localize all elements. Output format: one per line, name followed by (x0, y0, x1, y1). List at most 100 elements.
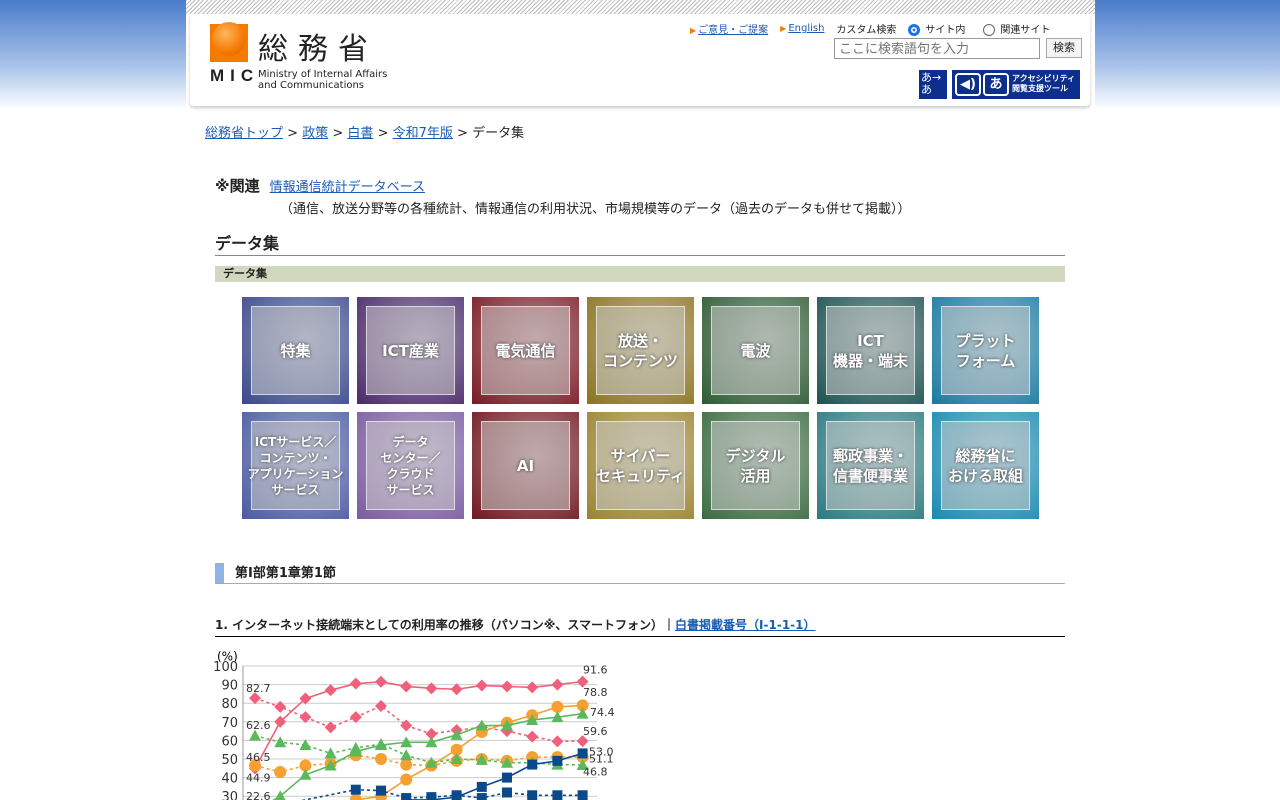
feedback-link[interactable]: ご意見・ご提案 (698, 25, 768, 36)
data-label: 59.6 (583, 725, 608, 738)
series-orange-solid-line (355, 704, 583, 800)
tile-label: 電気通信 (495, 341, 556, 360)
category-tile[interactable]: AI (472, 412, 579, 519)
radio-label: 関連サイト (1000, 25, 1051, 36)
category-tile[interactable]: 放送・ コンテンツ (587, 297, 694, 404)
data-label: 46.5 (246, 751, 271, 764)
data-point (349, 793, 362, 800)
breadcrumb-top[interactable]: 総務省トップ (205, 126, 283, 141)
data-point (274, 766, 287, 779)
data-point (451, 790, 462, 800)
logo-abbr: MIC (210, 66, 260, 85)
category-tile[interactable]: プラット フォーム (932, 297, 1039, 404)
tile-label: 総務省に おける取組 (947, 446, 1023, 485)
tile-label: 放送・ コンテンツ (602, 331, 678, 370)
english-link[interactable]: English (788, 23, 824, 34)
speaker-icon: ◀) (955, 73, 981, 96)
data-point (502, 772, 512, 783)
data-point (376, 785, 386, 796)
tile-label: 郵政事業・ 信書便事業 (832, 446, 908, 485)
tile-label: 電波 (740, 341, 771, 360)
sep: > (377, 126, 389, 141)
data-label: 74.4 (590, 706, 615, 719)
breadcrumb: 総務省トップ > 政策 > 白書 > 令和7年版 > データ集 (205, 122, 524, 141)
y-tick-label: 30 (221, 790, 238, 800)
category-tile[interactable]: 電気通信 (472, 297, 579, 404)
arrow-icon: ▶ (690, 26, 697, 35)
breadcrumb-policy[interactable]: 政策 (302, 126, 328, 141)
font-size-button[interactable]: あ→あ (919, 70, 947, 99)
tile-label: デジタル 活用 (725, 446, 786, 485)
data-point (577, 790, 588, 800)
tile-label: データ センター／ クラウド サービス (380, 434, 441, 497)
category-tiles: 特集 ICT産業 電気通信 放送・ コンテンツ 電波 ICT 機器・端末 プラット フォーム… (242, 297, 1042, 519)
data-label: 51.1 (589, 753, 614, 766)
data-point (552, 755, 563, 766)
tile-label: 特集 (280, 341, 311, 360)
data-point (375, 699, 387, 712)
data-point (349, 677, 362, 690)
logo-english: Ministry of Internal Affairs and Communi… (258, 69, 388, 91)
category-tile[interactable]: ICTサービス／ コンテンツ・ アプリケーション サービス (242, 412, 349, 519)
tile-label: プラット フォーム (955, 331, 1016, 370)
hiragana-a-icon: あ (983, 73, 1009, 96)
data-point (502, 787, 512, 798)
data-point (551, 678, 564, 691)
y-tick-label: 40 (221, 772, 238, 787)
site-header: MIC 総務省 Ministry of Internal Affairs and… (190, 14, 1090, 106)
data-point (324, 747, 337, 759)
category-tile[interactable]: データ センター／ クラウド サービス (357, 412, 464, 519)
data-point (274, 736, 287, 748)
logo-kanji: 総務省 (258, 32, 378, 67)
section-heading: データ集 (215, 230, 1065, 256)
data-point (375, 738, 387, 750)
y-tick-label: 100 (213, 660, 238, 675)
category-tile[interactable]: 郵政事業・ 信書便事業 (817, 412, 924, 519)
data-point (475, 679, 488, 692)
data-label: 91.6 (583, 663, 608, 676)
data-point (401, 793, 412, 800)
accessibility-tool-button[interactable]: ◀) あ アクセシビリティ閲覧支援ツール (952, 70, 1080, 99)
category-tile[interactable]: サイバー セキュリティ (587, 412, 694, 519)
data-label: 44.9 (246, 771, 271, 784)
related-label: ※関連 (215, 177, 260, 195)
data-point (299, 768, 312, 780)
usage-chart: (%)30405060708090100 91.682.7 78.874.462.6… (213, 649, 615, 800)
breadcrumb-current: データ集 (472, 126, 525, 141)
logo-mark-icon (210, 22, 248, 62)
tile-label: AI (516, 456, 535, 475)
tile-label: ICTサービス／ コンテンツ・ アプリケーション サービス (247, 434, 344, 497)
category-tile[interactable]: 総務省に おける取組 (932, 412, 1039, 519)
category-tile[interactable]: 電波 (702, 297, 809, 404)
data-label: 82.7 (246, 682, 271, 695)
data-point (400, 680, 413, 693)
figure-ref-link[interactable]: 白書掲載番号（Ⅰ-1-1-1） (675, 618, 815, 632)
search-input[interactable] (834, 38, 1040, 59)
data-point (577, 748, 588, 759)
data-point (552, 790, 563, 800)
tile-label: ICT産業 (382, 341, 439, 360)
data-point (551, 700, 564, 713)
accessibility-label: アクセシビリティ閲覧支援ツール (1012, 74, 1076, 93)
data-point (526, 681, 539, 694)
data-point (350, 784, 361, 795)
data-point (551, 735, 564, 748)
header-links: ▶ ご意見・ご提案 ▶ English カスタム検索 サイト内 関連サイト (690, 21, 1050, 36)
breadcrumb-whitepaper[interactable]: 白書 (347, 126, 373, 141)
radio-site[interactable]: サイト内 (908, 21, 965, 36)
radio-checked-icon (908, 24, 921, 36)
data-point (476, 781, 487, 792)
category-tile[interactable]: 特集 (242, 297, 349, 404)
search-button[interactable]: 検索 (1046, 38, 1082, 58)
figure-title-text: 1. インターネット接続端末としての利用率の推移（パソコン※、スマートフォン）｜ (215, 618, 676, 632)
breadcrumb-r7[interactable]: 令和7年版 (393, 126, 453, 141)
category-tile[interactable]: ICT 機器・端末 (817, 297, 924, 404)
category-tile[interactable]: ICT産業 (357, 297, 464, 404)
data-point (501, 680, 513, 693)
radio-related[interactable]: 関連サイト (983, 21, 1050, 36)
related-db-link[interactable]: 情報通信統計データベース (270, 180, 425, 195)
category-tile[interactable]: デジタル 活用 (702, 412, 809, 519)
y-tick-label: 50 (221, 753, 238, 768)
y-tick-label: 80 (221, 697, 238, 712)
data-point (527, 759, 538, 770)
